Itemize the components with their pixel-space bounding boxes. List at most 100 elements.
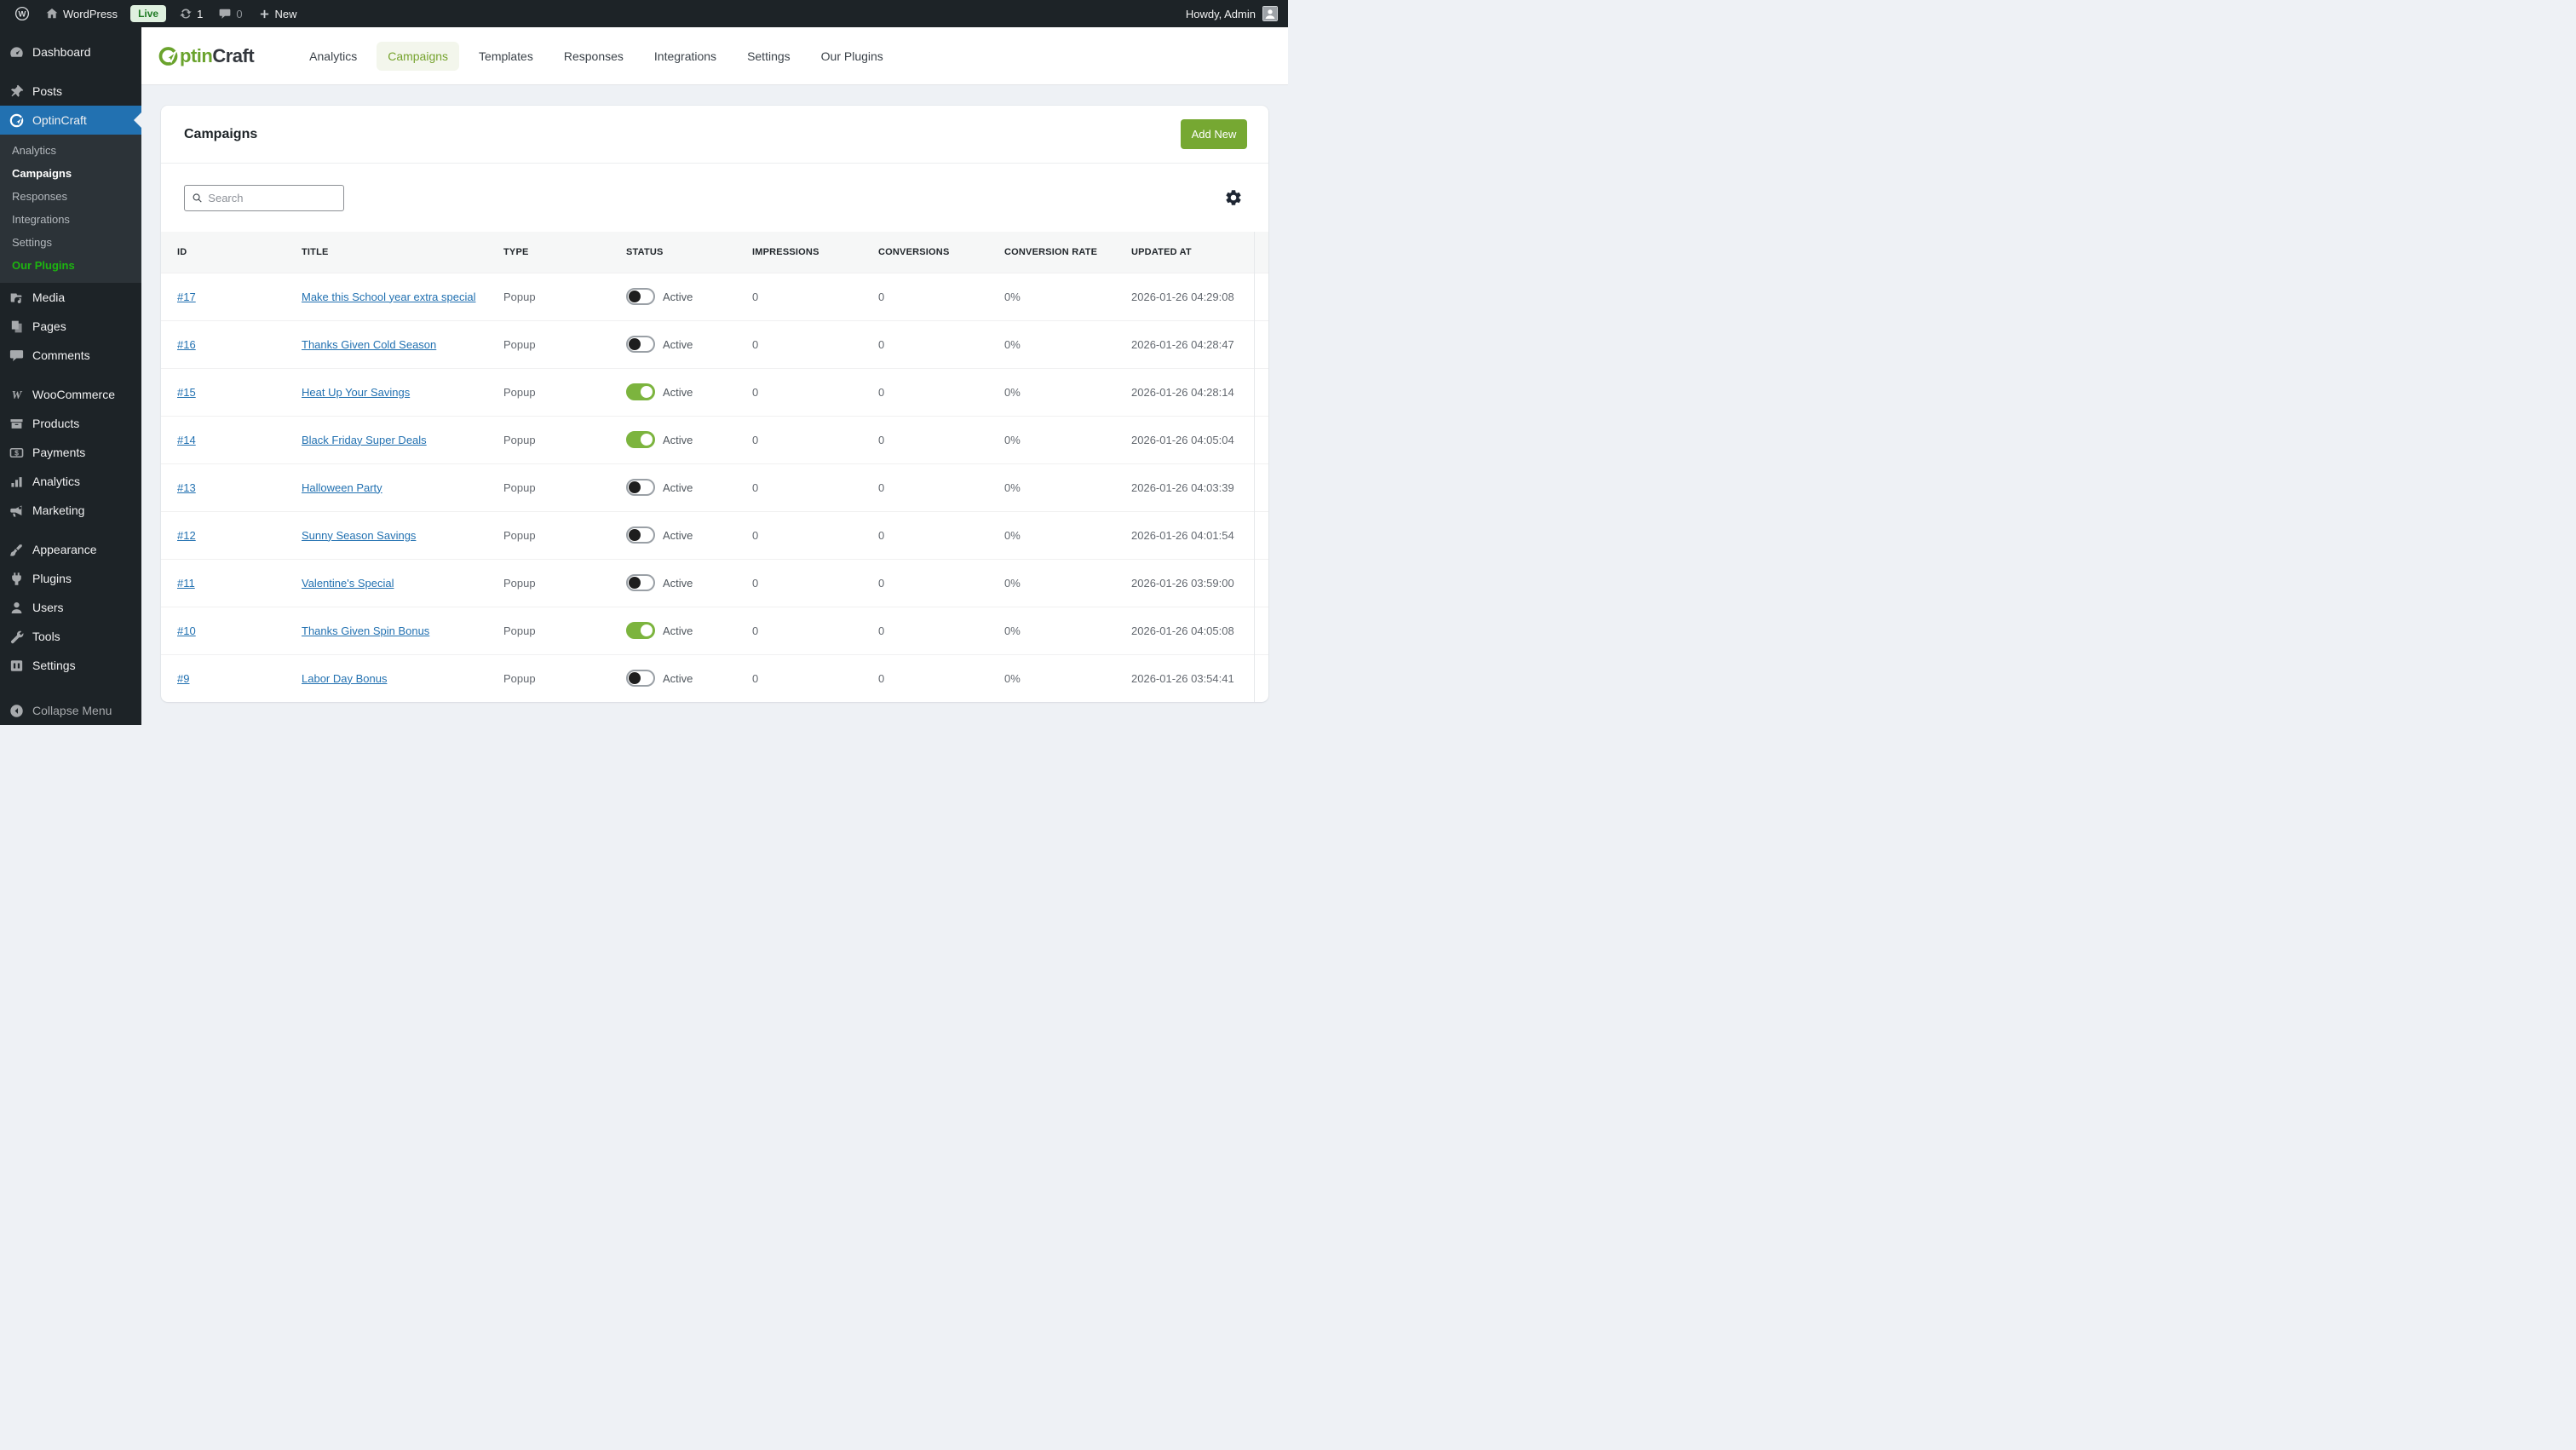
sidebar-item-optincraft[interactable]: OptinCraft [0,106,141,135]
my-account-menu[interactable]: Howdy, Admin [1186,0,1288,27]
campaign-title-link[interactable]: Thanks Given Cold Season [302,338,436,351]
sidebar-subitem-responses[interactable]: Responses [0,185,141,208]
tab-templates[interactable]: Templates [468,42,544,71]
campaign-id-link[interactable]: #11 [177,577,195,590]
sidebar-item-dashboard[interactable]: Dashboard [0,37,141,66]
comments-count: 0 [236,7,243,20]
conversions-value: 0 [878,272,1004,320]
tab-campaigns[interactable]: Campaigns [377,41,460,71]
tab-integrations[interactable]: Integrations [643,42,727,71]
updates-menu[interactable]: 1 [171,0,210,27]
site-menu[interactable]: WordPress [37,0,125,27]
sidebar-item-media[interactable]: Media [0,283,141,312]
conversions-value: 0 [878,510,1004,559]
update-icon [180,9,192,19]
comments-menu[interactable]: 0 [210,0,250,27]
sidebar-subitem-our-plugins[interactable]: Our Plugins [0,254,141,277]
sidebar-subitem-analytics[interactable]: Analytics [0,139,141,162]
wordpress-logo-icon[interactable]: W [7,0,37,27]
sidebar-item-label: Payments [32,446,86,459]
environment-badge: Live [130,5,167,22]
sidebar-item-payments[interactable]: $ Payments [0,438,141,467]
sidebar-subitem-settings[interactable]: Settings [0,231,141,254]
table-row: #12 Sunny Season Savings Popup Active 0 0 0% 20… [161,510,1268,559]
status-toggle[interactable] [626,431,655,448]
sidebar-item-label: Appearance [32,543,97,556]
status-toggle[interactable] [626,336,655,353]
campaign-title-link[interactable]: Black Friday Super Deals [302,434,427,446]
tab-our-plugins[interactable]: Our Plugins [810,42,894,71]
sidebar-item-settings[interactable]: Settings [0,651,141,680]
sidebar-item-marketing[interactable]: Marketing [0,496,141,525]
impressions-value: 0 [752,606,878,654]
page-area: Campaigns Add New Search ID TITLE TYPE S… [141,85,1288,725]
campaign-id-link[interactable]: #10 [177,624,196,637]
svg-text:W: W [19,10,26,20]
svg-text:$: $ [14,448,19,457]
sidebar-item-products[interactable]: Products [0,409,141,438]
row-spacer [1253,558,1268,607]
marketing-icon [9,503,25,519]
table-row: #10 Thanks Given Spin Bonus Popup Active 0 0 0… [161,606,1268,654]
status-toggle[interactable] [626,288,655,305]
table-settings-button[interactable] [1224,188,1243,207]
sidebar-item-users[interactable]: Users [0,593,141,622]
campaign-title-link[interactable]: Make this School year extra special [302,291,475,303]
status-toggle[interactable] [626,670,655,688]
status-cell: Active [626,622,747,639]
sidebar-item-label: Analytics [32,475,81,488]
campaign-id-link[interactable]: #12 [177,529,196,542]
tab-settings[interactable]: Settings [736,42,802,71]
search-input[interactable] [208,191,336,204]
status-toggle[interactable] [626,526,655,544]
collapse-menu-wrap: Collapse Menu [0,696,141,725]
campaign-id-link[interactable]: #16 [177,338,196,351]
campaign-title-link[interactable]: Heat Up Your Savings [302,386,410,399]
campaign-id-link[interactable]: #15 [177,386,196,399]
brand-text-green: ptin [180,44,213,66]
sidebar-subitem-campaigns[interactable]: Campaigns [0,162,141,185]
status-toggle[interactable] [626,622,655,639]
sidebar-subitem-integrations[interactable]: Integrations [0,208,141,231]
sidebar-item-woocommerce[interactable]: W WooCommerce [0,380,141,409]
sidebar-item-pages[interactable]: Pages [0,312,141,341]
payments-icon: $ [9,445,25,461]
howdy-text: Howdy, Admin [1185,7,1256,20]
campaign-id-link[interactable]: #17 [177,291,196,303]
sidebar-item-comments[interactable]: Comments [0,341,141,370]
table-row: #11 Valentine's Special Popup Active 0 0 0% 202… [161,558,1268,607]
tab-analytics[interactable]: Analytics [298,42,368,71]
new-content-menu[interactable]: New [250,0,305,27]
status-toggle[interactable] [626,574,655,591]
sidebar-item-tools[interactable]: Tools [0,622,141,651]
campaign-id-link[interactable]: #13 [177,481,196,494]
campaign-title-link[interactable]: Sunny Season Savings [302,529,416,542]
admin-sidebar: Dashboard Posts OptinCraft Analytics Campaig… [0,27,141,725]
updated-at-value: 2026-01-26 04:28:47 [1131,319,1254,368]
campaign-title-link[interactable]: Thanks Given Spin Bonus [302,624,429,637]
admin-bar-left: W WordPress Live 1 0 New [0,0,305,27]
tab-responses[interactable]: Responses [553,42,635,71]
status-toggle[interactable] [626,479,655,496]
campaign-title-link[interactable]: Halloween Party [302,481,382,494]
add-new-button[interactable]: Add New [1181,119,1247,149]
sidebar-item-label: Posts [32,84,63,98]
avatar [1262,6,1278,21]
sidebar-item-analytics[interactable]: Analytics [0,467,141,496]
row-spacer [1253,272,1268,320]
column-header-type: TYPE [503,232,626,273]
status-toggle[interactable] [626,383,655,400]
brand-text-dark: Craft [212,44,255,66]
campaign-title-link[interactable]: Valentine's Special [302,577,394,590]
status-cell: Active [626,479,747,496]
campaign-id-link[interactable]: #9 [177,672,189,685]
campaign-title-link[interactable]: Labor Day Bonus [302,672,387,685]
updated-at-value: 2026-01-26 04:05:08 [1131,606,1254,654]
campaign-type: Popup [503,558,626,607]
sidebar-item-collapse-menu[interactable]: Collapse Menu [0,696,141,725]
sidebar-item-plugins[interactable]: Plugins [0,564,141,593]
status-cell: Active [626,288,747,305]
sidebar-item-posts[interactable]: Posts [0,77,141,106]
campaign-id-link[interactable]: #14 [177,434,196,446]
sidebar-item-appearance[interactable]: Appearance [0,535,141,564]
